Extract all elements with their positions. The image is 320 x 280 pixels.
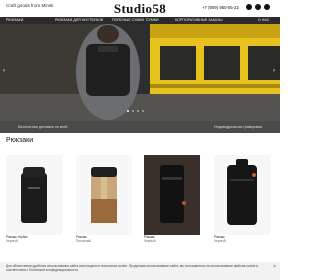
slide-dot-3[interactable] bbox=[137, 110, 139, 112]
slide-dot-1[interactable] bbox=[127, 110, 129, 112]
benefits-bar: Бесплатная доставка по всей Индивидуальн… bbox=[0, 121, 280, 133]
product-color: Песочный bbox=[76, 239, 91, 243]
product-image bbox=[214, 155, 270, 235]
product-color: Черный bbox=[6, 239, 18, 243]
benefit-engraving: Индивидуальная гравировка bbox=[214, 124, 263, 129]
prev-arrow-icon[interactable]: ‹ bbox=[3, 68, 5, 74]
section-title: Рюкзаки bbox=[6, 137, 34, 144]
hero-photo bbox=[0, 24, 280, 121]
close-icon[interactable]: × bbox=[273, 264, 276, 270]
product-image bbox=[144, 155, 200, 235]
cookie-banner: Для обеспечения удобства использования с… bbox=[0, 262, 280, 280]
product-card[interactable]: Рюкзак Черный bbox=[214, 155, 270, 243]
slide-dot-2[interactable] bbox=[132, 110, 134, 112]
product-color: Черный bbox=[144, 239, 156, 243]
nav-item-backpacks[interactable]: РЮКЗАКИ bbox=[6, 18, 23, 22]
nav-item-waist-bags[interactable]: ПОЯСНЫЕ СУМКИ bbox=[112, 18, 144, 22]
nav-item-laptop-backpacks[interactable]: РЮКЗАКИ ДЛЯ НОУТБУКОВ bbox=[55, 18, 103, 22]
main-nav: РЮКЗАКИ РЮКЗАКИ ДЛЯ НОУТБУКОВ ПОЯСНЫЕ СУ… bbox=[0, 17, 280, 24]
hero-banner[interactable]: ‹ › bbox=[0, 24, 280, 121]
cookie-text: Для обеспечения удобства использования с… bbox=[6, 264, 258, 273]
product-image bbox=[6, 155, 62, 235]
product-image bbox=[76, 155, 132, 235]
nav-item-about[interactable]: О НАС bbox=[258, 18, 269, 22]
next-arrow-icon[interactable]: › bbox=[273, 68, 275, 74]
vk-icon[interactable] bbox=[264, 4, 270, 10]
telegram-icon[interactable] bbox=[246, 4, 252, 10]
instagram-icon[interactable] bbox=[255, 4, 261, 10]
nav-item-bags[interactable]: СУМКИ bbox=[146, 18, 158, 22]
product-card[interactable]: Рюкзак Черный bbox=[144, 155, 200, 243]
product-card[interactable]: Рюкзак Песочный bbox=[76, 155, 132, 243]
header: Craft goods from Minsk Studio58 +7 (909)… bbox=[0, 0, 280, 17]
phone-link[interactable]: +7 (909) 950-05-22 bbox=[202, 5, 239, 10]
slide-dot-4[interactable] bbox=[142, 110, 144, 112]
product-color: Черный bbox=[214, 239, 226, 243]
benefit-delivery: Бесплатная доставка по всей bbox=[18, 124, 68, 129]
product-card[interactable]: Рюкзак «Куба» Черный bbox=[6, 155, 62, 243]
nav-item-corporate[interactable]: КОРПОРАТИВНЫЕ ЗАКАЗЫ bbox=[175, 18, 223, 22]
